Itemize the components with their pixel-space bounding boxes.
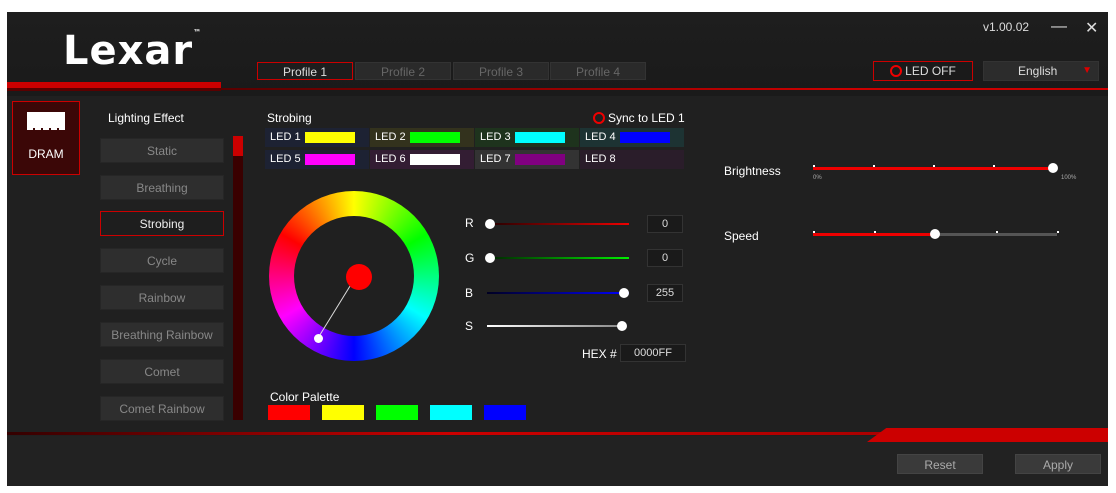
speed-slider-fill	[813, 233, 935, 236]
speed-slider-knob[interactable]	[930, 229, 940, 239]
reset-button[interactable]: Reset	[897, 454, 983, 474]
r-slider-knob[interactable]	[485, 219, 495, 229]
palette-swatch-2[interactable]	[322, 405, 364, 420]
color-preview-handle[interactable]	[346, 264, 372, 290]
s-slider-track[interactable]	[487, 325, 623, 327]
r-value-box[interactable]: 0	[647, 215, 683, 233]
slider-tick	[996, 231, 998, 233]
r-slider-track[interactable]	[487, 223, 629, 225]
slider-tick	[813, 165, 815, 167]
brightness-max-label: 100%	[1061, 175, 1077, 181]
g-slider-track[interactable]	[487, 257, 629, 259]
r-label: R	[465, 216, 474, 230]
footer-accent	[867, 428, 1108, 442]
slider-tick	[874, 231, 876, 233]
brightness-slider-fill	[813, 167, 1053, 170]
lexar-app-window: Lexar™ Profile 1 Profile 2 Profile 3 Pro…	[7, 12, 1108, 486]
brightness-label: Brightness	[724, 164, 781, 178]
hex-input[interactable]: 0000FF	[620, 344, 686, 362]
s-slider-knob[interactable]	[617, 321, 627, 331]
wheel-marker[interactable]	[314, 334, 323, 343]
brightness-slider-knob[interactable]	[1048, 163, 1058, 173]
g-label: G	[465, 251, 475, 265]
palette-swatch-4[interactable]	[430, 405, 472, 420]
hex-label: HEX #	[582, 347, 617, 361]
palette-title: Color Palette	[270, 390, 340, 404]
slider-tick	[1057, 231, 1059, 233]
palette-swatch-1[interactable]	[268, 405, 310, 420]
brightness-min-label: 0%	[813, 175, 822, 181]
speed-label: Speed	[724, 229, 759, 243]
palette-swatch-3[interactable]	[376, 405, 418, 420]
g-value-box[interactable]: 0	[647, 249, 683, 267]
slider-tick	[873, 165, 875, 167]
b-slider-track[interactable]	[487, 292, 629, 294]
brightness-slider-track[interactable]	[813, 165, 1055, 170]
b-value-box[interactable]: 255	[647, 284, 683, 302]
s-label: S	[465, 319, 474, 333]
wheel-pointer-line	[317, 277, 356, 339]
slider-tick	[813, 231, 815, 233]
b-slider-knob[interactable]	[619, 288, 629, 298]
g-slider-knob[interactable]	[485, 253, 495, 263]
palette-swatch-5[interactable]	[484, 405, 526, 420]
slider-tick	[993, 165, 995, 167]
b-label: B	[465, 286, 474, 300]
slider-tick	[933, 165, 935, 167]
apply-button[interactable]: Apply	[1015, 454, 1101, 474]
